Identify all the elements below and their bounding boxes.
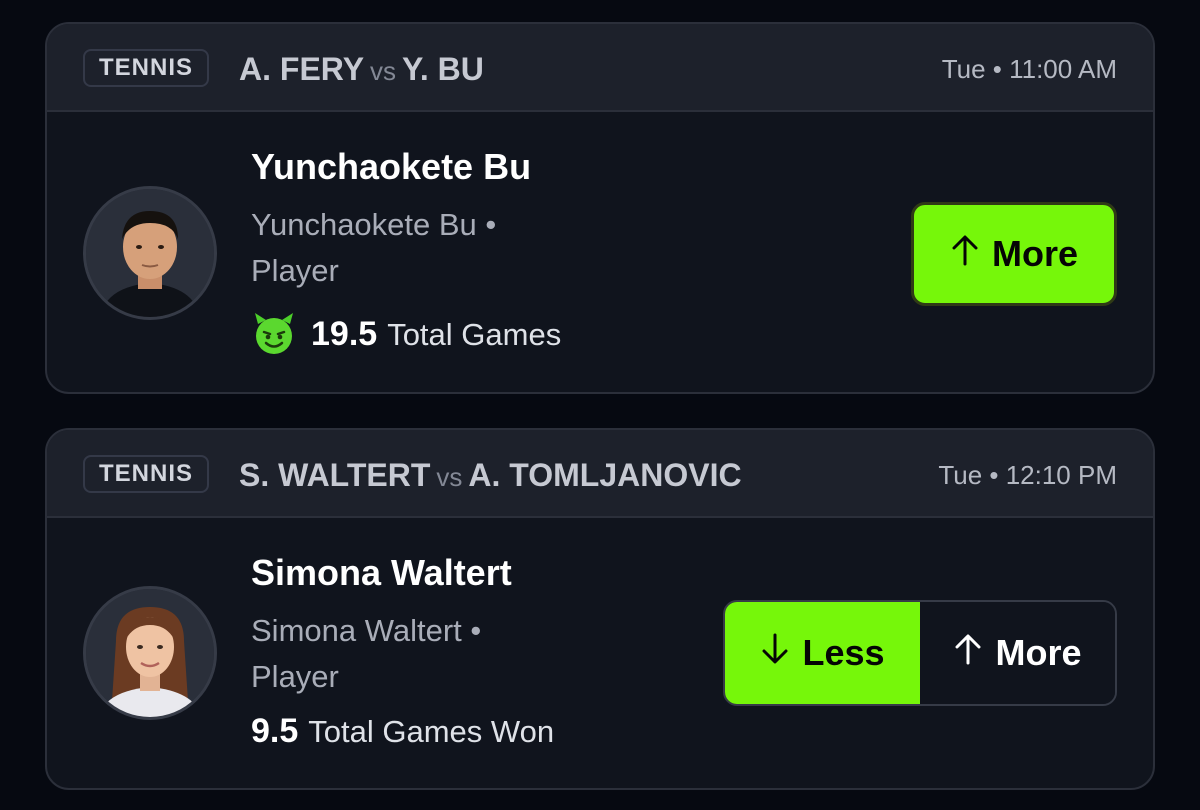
stat-label: Total Games Won	[308, 714, 555, 749]
demon-icon	[251, 310, 297, 364]
more-label: More	[995, 632, 1082, 673]
projection-card[interactable]: TENNIS S. WALTERT vs A. TOMLJANOVIC Tue • …	[45, 428, 1155, 790]
stat-value: 9.5	[251, 712, 299, 750]
stat-label: Total Games	[387, 317, 562, 353]
team-b: Y. BU	[402, 51, 484, 87]
player-photo-icon	[86, 589, 214, 717]
card-header: TENNIS A. FERY vs Y. BU Tue • 11:00 AM	[47, 24, 1153, 112]
stat-line: 9.5 Total Games Won	[251, 712, 554, 751]
team-b: A. TOMLJANOVIC	[468, 457, 742, 493]
more-label: More	[991, 233, 1078, 274]
stat-line: 19.5 Total Games	[251, 310, 561, 364]
less-label: Less	[802, 632, 885, 673]
game-time: Tue • 11:00 AM	[941, 54, 1117, 84]
vs-label: vs	[370, 56, 397, 86]
player-name: Yunchaokete Bu	[251, 146, 532, 187]
matchup: A. FERY vs Y. BU	[239, 51, 484, 88]
player-team-line: Simona Waltert •	[251, 613, 482, 648]
avatar	[83, 186, 217, 320]
player-photo-icon	[86, 189, 214, 317]
matchup: S. WALTERT vs A. TOMLJANOVIC	[239, 457, 742, 494]
arrow-down-icon	[760, 632, 790, 674]
more-button[interactable]: More	[920, 602, 1115, 704]
avatar	[83, 586, 217, 720]
projection-card[interactable]: TENNIS A. FERY vs Y. BU Tue • 11:00 AM Yun…	[45, 22, 1155, 394]
arrow-up-icon	[953, 632, 983, 674]
sport-badge: TENNIS	[83, 49, 210, 87]
player-name: Simona Waltert	[251, 552, 512, 593]
stat-value: 19.5	[311, 315, 378, 354]
vs-label: vs	[436, 462, 463, 492]
card-header: TENNIS S. WALTERT vs A. TOMLJANOVIC Tue • …	[47, 430, 1153, 518]
sport-badge: TENNIS	[83, 455, 210, 493]
more-button[interactable]: More	[911, 202, 1117, 306]
arrow-up-icon	[950, 234, 980, 274]
player-position: Player	[251, 659, 339, 694]
less-button[interactable]: Less	[725, 602, 920, 704]
player-position: Player	[251, 253, 339, 288]
team-a: A. FERY	[239, 51, 365, 87]
game-time: Tue • 12:10 PM	[938, 460, 1117, 490]
less-more-toggle[interactable]: Less More	[723, 600, 1117, 706]
player-team-line: Yunchaokete Bu •	[251, 207, 497, 242]
team-a: S. WALTERT	[239, 457, 431, 493]
